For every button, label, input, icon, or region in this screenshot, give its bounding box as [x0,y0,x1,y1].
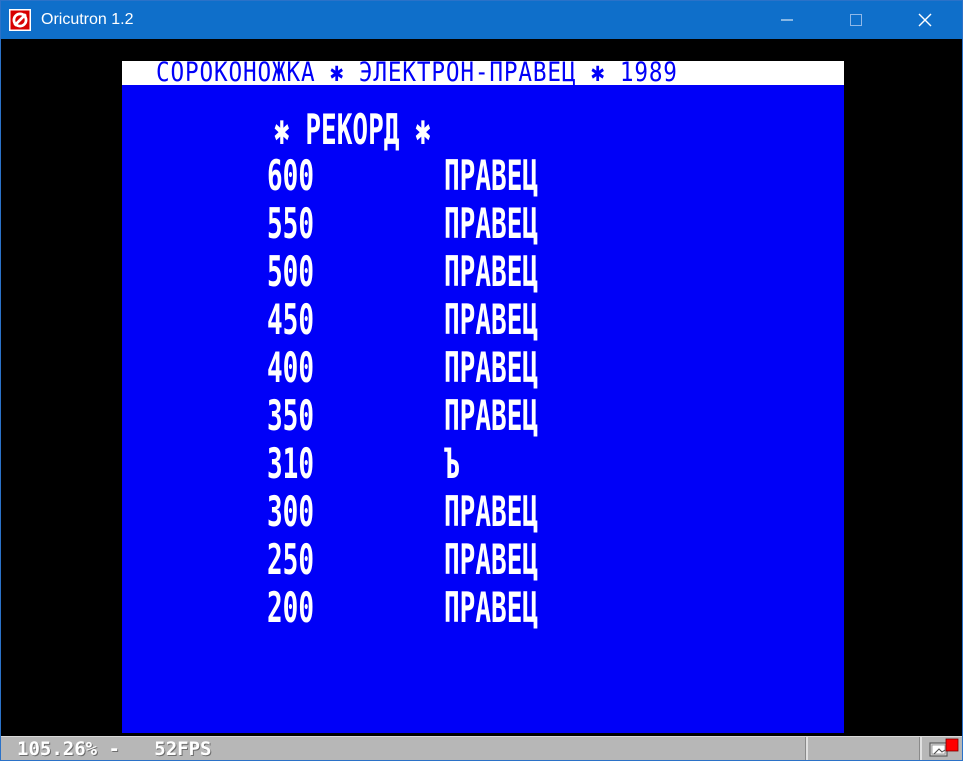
score-value: 350 [267,391,315,440]
score-value: 450 [267,295,315,344]
emulator-display-area[interactable]: СОРОКОНОЖКА ✱ ЭЛЕКТРОН-ПРАВЕЦ ✱ 1989 ✱ Р… [1,39,962,736]
score-name: ПРАВЕЦ [444,199,539,248]
close-button[interactable] [902,1,948,39]
score-name: ПРАВЕЦ [444,295,539,344]
score-value: 500 [267,247,315,296]
score-name: ПРАВЕЦ [444,247,539,296]
emulator-statusbar: 105.26% - 52FPS [1,736,962,760]
score-value: 600 [267,151,315,200]
score-value: 250 [267,535,315,584]
game-header-text: СОРОКОНОЖКА ✱ ЭЛЕКТРОН-ПРАВЕЦ ✱ 1989 [156,61,678,88]
high-score-heading: ✱ РЕКОРД ✱ [274,105,431,154]
score-name: ПРАВЕЦ [444,151,539,200]
minimize-icon [781,19,793,21]
close-icon [918,13,932,27]
score-value: 310 [267,439,315,488]
status-divider [919,737,922,760]
score-name: Ъ [444,439,460,488]
score-name: ПРАВЕЦ [444,583,539,632]
score-name: ПРАВЕЦ [444,343,539,392]
score-value: 400 [267,343,315,392]
minimize-button[interactable] [764,1,810,39]
score-value: 550 [267,199,315,248]
score-name: ПРАВЕЦ [444,391,539,440]
game-header-bar: СОРОКОНОЖКА ✱ ЭЛЕКТРОН-ПРАВЕЦ ✱ 1989 [122,61,844,88]
oricutron-logo-icon [9,9,31,31]
window-title: Oricutron 1.2 [41,11,134,28]
window-titlebar[interactable]: Oricutron 1.2 [1,1,962,39]
speed-fps-status: 105.26% - 52FPS [17,738,212,760]
maximize-button[interactable] [833,1,879,39]
score-value: 300 [267,487,315,536]
status-divider [805,737,808,760]
score-name: ПРАВЕЦ [444,535,539,584]
oricutron-window: Oricutron 1.2 СОРОКОНОЖКА ✱ ЭЛЕКТРОН-ПРА… [0,0,963,761]
screen-capture-icon[interactable] [929,738,959,760]
oric-screen[interactable]: СОРОКОНОЖКА ✱ ЭЛЕКТРОН-ПРАВЕЦ ✱ 1989 ✱ Р… [122,61,844,733]
score-name: ПРАВЕЦ [444,487,539,536]
score-value: 200 [267,583,315,632]
maximize-icon [850,14,862,26]
